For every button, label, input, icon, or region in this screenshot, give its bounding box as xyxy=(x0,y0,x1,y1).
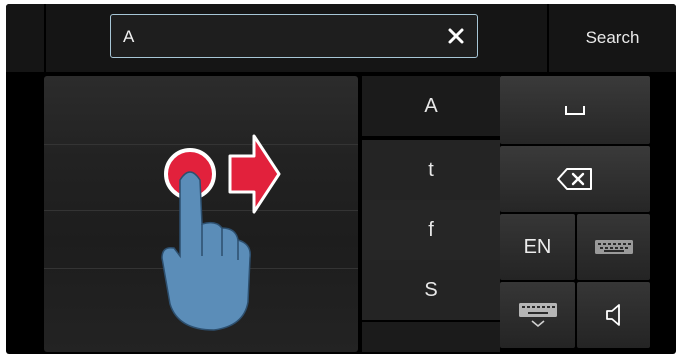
suggestion-item[interactable]: S xyxy=(362,260,500,320)
language-key[interactable]: EN xyxy=(500,214,575,280)
speaker-icon xyxy=(605,304,620,326)
keyboard-mode-key[interactable] xyxy=(577,214,650,280)
space-key[interactable] xyxy=(500,76,650,144)
handwriting-pad[interactable] xyxy=(44,76,358,352)
swipe-right-gesture-icon xyxy=(161,134,281,331)
close-icon xyxy=(448,28,464,44)
topbar-left-segment xyxy=(6,4,44,72)
hide-keyboard-key[interactable] xyxy=(500,282,575,348)
suggestion-item[interactable]: t xyxy=(362,140,500,200)
infotainment-screen: A Search A t f S EN xyxy=(6,4,676,354)
backspace-key[interactable] xyxy=(500,146,650,212)
search-button[interactable]: Search xyxy=(549,4,676,72)
search-input[interactable]: A xyxy=(110,14,478,58)
backspace-icon xyxy=(557,168,592,190)
hide-keyboard-icon xyxy=(518,303,557,328)
clear-search-button[interactable] xyxy=(441,21,471,51)
keyboard-icon xyxy=(594,240,633,254)
speaker-key[interactable] xyxy=(577,282,650,348)
suggestion-item[interactable]: f xyxy=(362,200,500,260)
suggestion-item-empty xyxy=(362,322,500,352)
search-input-value: A xyxy=(123,27,135,46)
suggestion-item[interactable]: A xyxy=(362,76,500,136)
space-icon xyxy=(565,106,585,115)
